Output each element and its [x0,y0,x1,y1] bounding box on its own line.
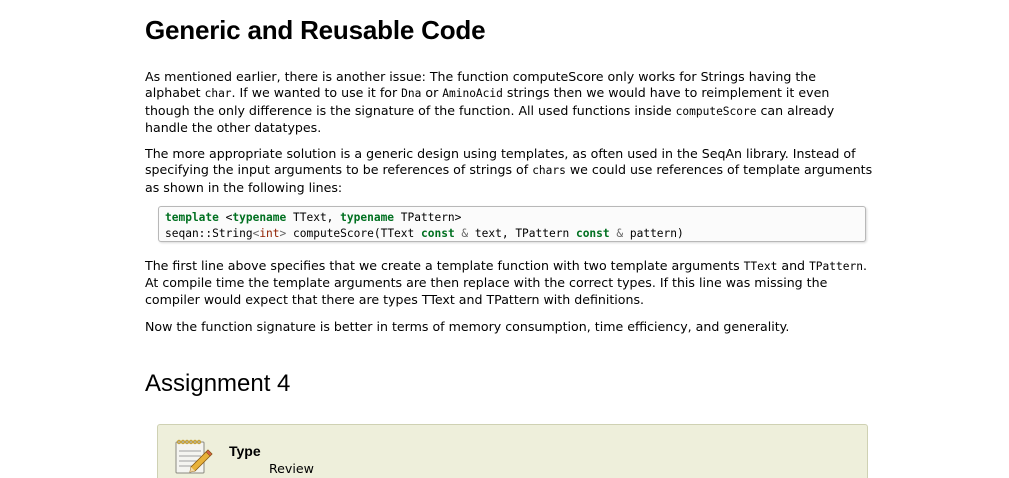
code-operator: & [609,226,630,240]
section-title: Generic and Reusable Code [145,15,486,45]
code-text: computeScore(TText [286,226,421,240]
code-keyword: const [421,226,455,240]
paragraph-text: and [777,258,810,273]
assignment-type-value: Review [269,461,314,476]
code-text: pattern) [629,226,684,240]
code-text: text, TPattern [474,226,576,240]
code-text: TPattern> [394,211,462,224]
inline-code: computeScore [675,104,757,118]
page: Generic and Reusable Code As mentioned e… [0,0,1009,478]
paragraph-text: . If we wanted to use it for [231,85,402,101]
code-block: template <typename TText, typename TPatt… [158,206,866,242]
paragraph-text: or [421,85,443,101]
code-type: int [259,226,280,240]
code-text: TText, [286,211,341,224]
inline-code: AminoAcid [442,87,503,101]
inline-code: chars [532,164,566,178]
code-text: seqan::String [165,226,253,240]
paragraph-signature: Now the function signature is better in … [145,319,790,334]
code-line-1: template <typename TText, typename TPatt… [165,211,461,224]
code-text: < [218,211,233,224]
inline-code: char [204,87,232,101]
paragraph-text: The first line above specifies that we c… [145,258,744,273]
paragraph-generic-intro: As mentioned earlier, there is another i… [145,69,875,136]
paragraph-templates: The more appropriate solution is a gener… [145,146,875,196]
assignment-title: Assignment 4 [145,370,291,397]
inline-code: TText [743,260,778,273]
code-keyword: const [575,226,610,240]
notepad-pencil-icon [175,439,213,474]
assignment-box: Type Review [157,424,868,478]
code-operator: & [454,226,475,240]
code-keyword: template [165,211,219,224]
code-keyword: typename [232,211,287,224]
code-keyword: typename [340,211,395,224]
code-line-2: seqan::String<int> computeScore(TText co… [165,227,684,240]
assignment-type-label: Type [229,443,261,459]
inline-code: Dna [401,87,422,101]
paragraph-template-explanation: The first line above specifies that we c… [145,258,875,308]
inline-code: TPattern [809,260,863,273]
